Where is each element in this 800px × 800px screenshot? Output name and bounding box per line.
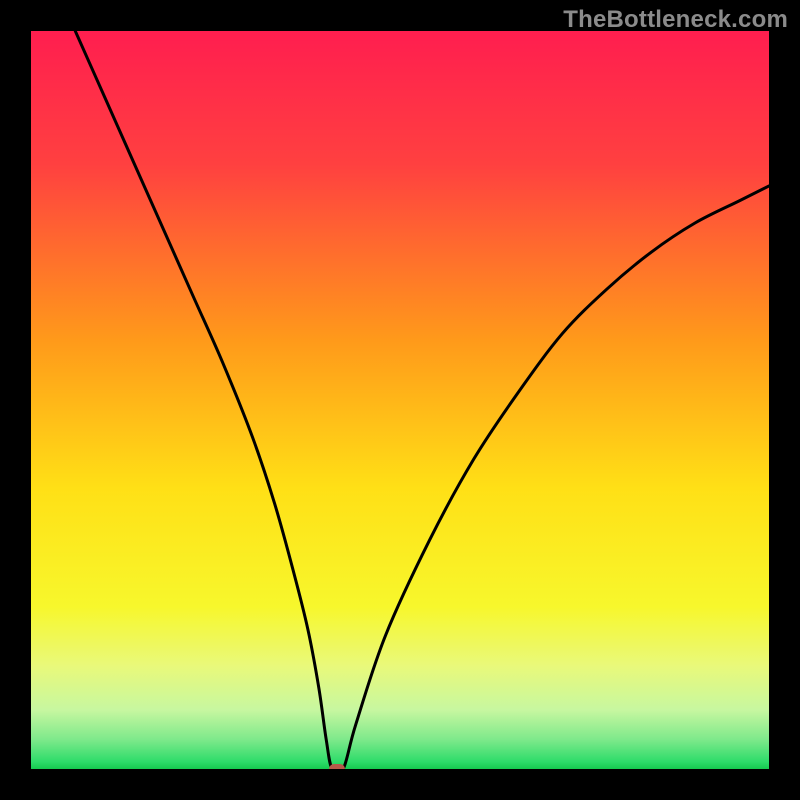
watermark-text: TheBottleneck.com	[563, 6, 788, 34]
bottleneck-curve	[75, 31, 769, 769]
chart-stage: TheBottleneck.com	[0, 0, 800, 800]
plot-area	[31, 31, 769, 769]
optimal-point-marker	[329, 764, 345, 769]
curve-layer	[31, 31, 769, 769]
